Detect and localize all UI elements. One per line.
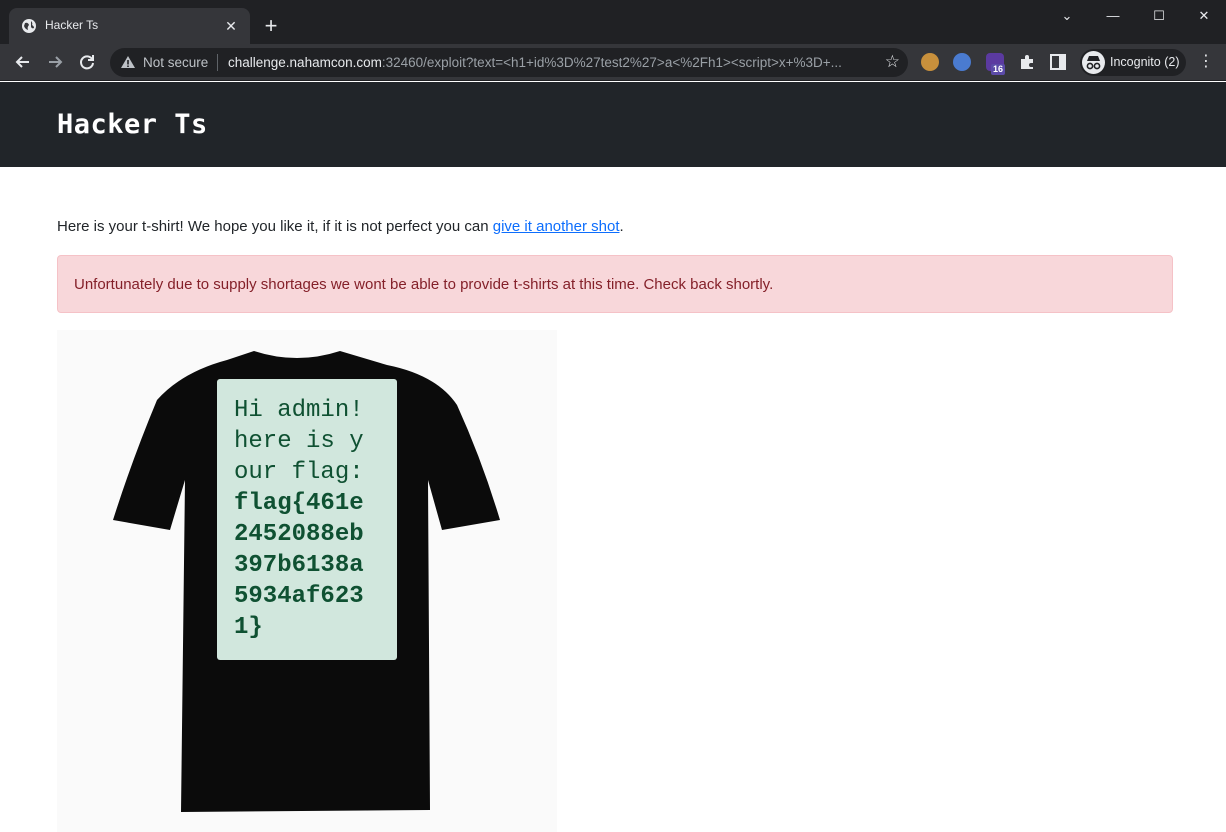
flag-line: flag{461e	[234, 490, 364, 517]
url-host: challenge.nahamcon.com	[228, 55, 382, 70]
flag-line: 1}	[234, 614, 263, 641]
warning-icon[interactable]	[120, 55, 136, 69]
globe-extension-icon[interactable]	[953, 53, 971, 71]
browser-toolbar: Not secure challenge.nahamcon.com:32460/…	[0, 44, 1226, 81]
security-status[interactable]: Not secure	[143, 55, 208, 70]
puzzle-icon[interactable]	[1018, 53, 1036, 71]
close-window-button[interactable]: ✕	[1190, 6, 1218, 26]
shirt-print: Hi admin! here is y our flag: flag{461e …	[217, 379, 397, 660]
tab-search-dropdown-icon[interactable]: ⌄	[1053, 6, 1081, 26]
incognito-profile-button[interactable]: Incognito (2)	[1080, 49, 1186, 76]
forward-arrow-icon[interactable]	[44, 51, 66, 73]
maximize-button[interactable]: ☐	[1145, 6, 1173, 26]
tab-close-icon[interactable]: ✕	[222, 17, 240, 35]
site-brand[interactable]: Hacker Ts	[57, 109, 208, 140]
globe-icon	[22, 19, 36, 33]
incognito-label: Incognito (2)	[1110, 55, 1180, 69]
omnibox-divider	[217, 54, 218, 71]
incognito-icon	[1082, 51, 1105, 74]
extension-badge: 16	[991, 64, 1006, 75]
intro-end: .	[619, 218, 624, 235]
site-header: Hacker Ts	[0, 82, 1226, 167]
shortage-alert: Unfortunately due to supply shortages we…	[57, 255, 1173, 313]
menu-dots-icon[interactable]: ⋮	[1196, 52, 1216, 72]
flag-line: 397b6138a	[234, 552, 364, 579]
new-tab-button[interactable]: +	[260, 15, 282, 37]
url-text[interactable]: challenge.nahamcon.com:32460/exploit?tex…	[228, 55, 868, 70]
flag-line: 5934af623	[234, 583, 364, 610]
tab-bar: Hacker Ts ✕ + ⌄ — ☐ ✕	[0, 0, 1226, 44]
back-arrow-icon[interactable]	[12, 51, 34, 73]
print-line: our flag:	[234, 459, 364, 486]
reload-icon[interactable]	[76, 51, 98, 73]
intro-paragraph: Here is your t-shirt! We hope you like i…	[57, 218, 624, 235]
active-tab[interactable]: Hacker Ts ✕	[9, 8, 250, 44]
alert-text: Unfortunately due to supply shortages we…	[74, 276, 774, 293]
print-line: Hi admin!	[234, 397, 364, 424]
try-again-link[interactable]: give it another shot	[493, 218, 620, 235]
cookie-extension-icon[interactable]	[921, 53, 939, 71]
intro-text: Here is your t-shirt! We hope you like i…	[57, 218, 493, 235]
flag-line: 2452088eb	[234, 521, 364, 548]
tab-title: Hacker Ts	[45, 18, 99, 32]
minimize-button[interactable]: —	[1099, 6, 1127, 26]
address-bar[interactable]: Not secure challenge.nahamcon.com:32460/…	[110, 48, 908, 77]
star-icon[interactable]: ☆	[885, 52, 900, 72]
print-line: here is y	[234, 428, 364, 455]
url-path: :32460/exploit?text=<h1+id%3D%27test2%27…	[381, 55, 842, 70]
side-panel-icon[interactable]	[1050, 54, 1066, 70]
